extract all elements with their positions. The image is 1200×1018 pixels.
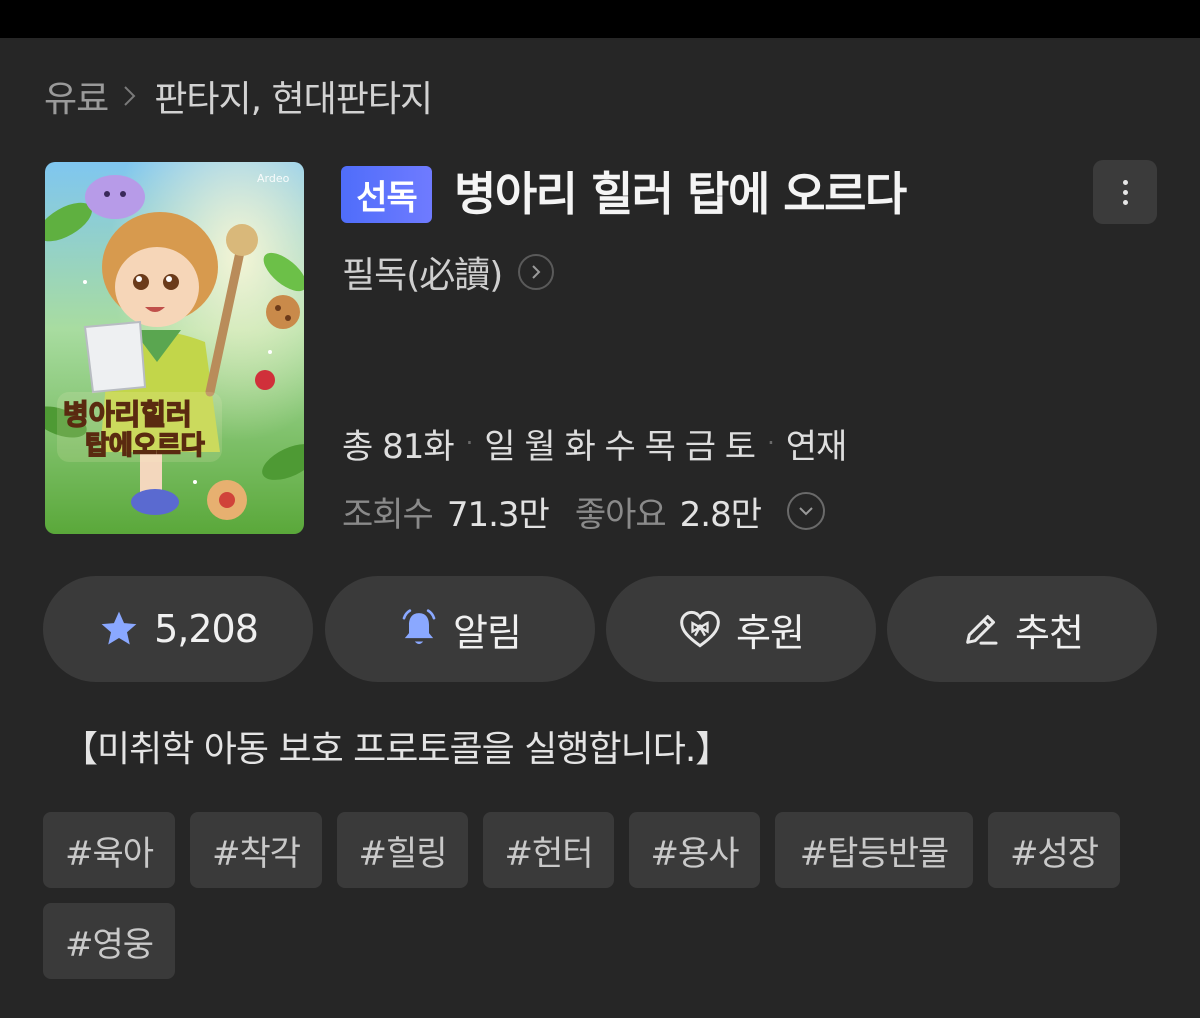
- cover-image[interactable]: 병아리힐러 탑에오르다 Ardeo: [45, 162, 304, 534]
- tag-item[interactable]: #육아: [43, 812, 175, 888]
- recommend-label: 추천: [1015, 610, 1084, 655]
- author-name[interactable]: 필독(必讀): [342, 246, 503, 298]
- breadcrumb-category[interactable]: 유료: [44, 70, 109, 122]
- tag-item[interactable]: #탑등반물: [775, 812, 973, 888]
- schedule-days: 일 월 화 수 목 금 토: [484, 426, 756, 467]
- recommend-button[interactable]: 추천: [887, 576, 1157, 682]
- tag-item[interactable]: #영웅: [43, 903, 175, 979]
- novel-title: 병아리 힐러 탑에 오르다: [454, 167, 907, 221]
- synopsis: 【미취학 아동 보호 프로토콜을 실행합니다.】: [62, 729, 731, 770]
- meta-separator: ·: [767, 429, 775, 457]
- chevron-right-circle-icon[interactable]: [518, 254, 555, 290]
- stats-row: 조회수 71.3만 좋아요 2.8만: [342, 484, 826, 538]
- bell-icon: [399, 608, 439, 650]
- breadcrumb-genres[interactable]: 판타지, 현대판타지: [154, 70, 433, 122]
- alarm-button[interactable]: 알림: [325, 576, 595, 682]
- likes-label: 좋아요: [574, 494, 667, 535]
- status-bar: [0, 0, 1200, 38]
- tag-item[interactable]: #용사: [629, 812, 760, 888]
- likes-value: 2.8만: [679, 494, 762, 535]
- meta-separator: ·: [465, 429, 474, 457]
- tag-item[interactable]: #힐링: [337, 812, 468, 888]
- pencil-icon: [961, 609, 1001, 649]
- author-row[interactable]: 필독(必讀): [342, 244, 555, 300]
- star-icon: [98, 609, 140, 649]
- views-label: 조회수: [342, 494, 434, 535]
- svg-text:탑에오르다: 탑에오르다: [85, 431, 205, 461]
- svg-text:병아리힐러: 병아리힐러: [63, 398, 192, 431]
- heart-ribbon-icon: [678, 609, 722, 649]
- views-value: 71.3만: [446, 494, 550, 535]
- total-episodes: 총 81화: [342, 426, 455, 467]
- serial-status: 연재: [785, 426, 848, 467]
- support-button[interactable]: 후원: [606, 576, 876, 682]
- episode-meta: 총 81화 · 일 월 화 수 목 금 토 · 연재: [342, 418, 848, 468]
- breadcrumb: 유료 판타지, 현대판타지: [44, 70, 433, 122]
- alarm-label: 알림: [453, 610, 522, 655]
- chevron-down-circle-icon[interactable]: [787, 492, 826, 530]
- more-vertical-icon[interactable]: [1093, 160, 1157, 224]
- early-access-badge: 선독: [341, 166, 432, 223]
- chevron-right-icon: [116, 82, 144, 110]
- tag-item[interactable]: #착각: [190, 812, 322, 888]
- tag-item[interactable]: #성장: [988, 812, 1120, 888]
- svg-text:Ardeo: Ardeo: [257, 172, 290, 185]
- favorite-button[interactable]: 5,208: [43, 576, 313, 682]
- favorite-count: 5,208: [154, 607, 259, 651]
- tag-item[interactable]: #헌터: [483, 812, 614, 888]
- support-label: 후원: [736, 610, 805, 655]
